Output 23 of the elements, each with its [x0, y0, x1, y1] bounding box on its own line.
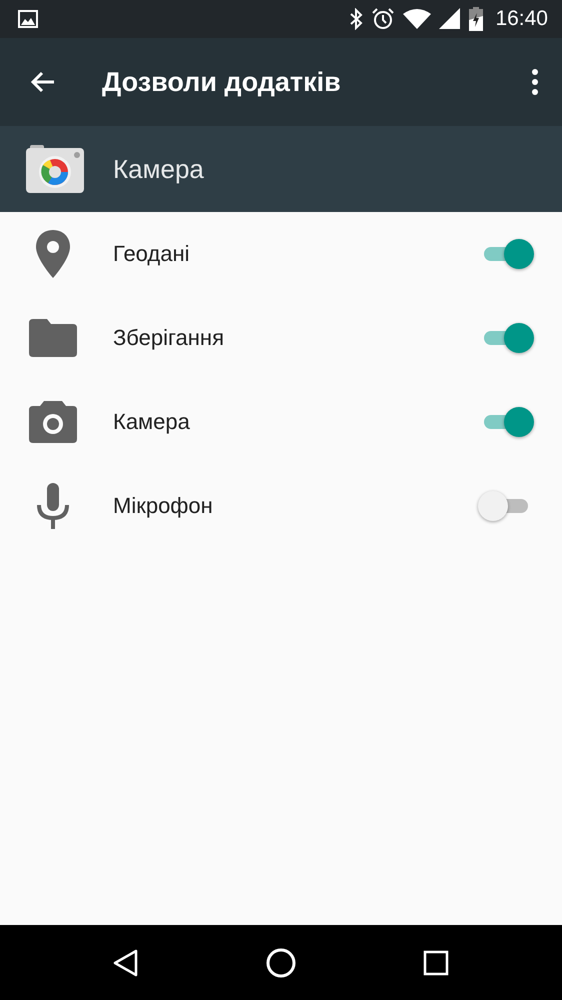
back-arrow-icon [30, 70, 56, 94]
folder-icon [29, 319, 77, 357]
square-recents-icon [422, 948, 450, 976]
permission-label: Геодані [113, 241, 191, 267]
microphone-icon [36, 483, 70, 529]
location-pin-icon [36, 230, 70, 278]
battery-icon [469, 7, 484, 31]
toolbar-title: Дозволи додатків [102, 66, 342, 98]
more-options-icon [532, 69, 538, 95]
permission-label: Мікрофон [113, 493, 214, 519]
circle-home-icon [264, 946, 297, 978]
signal-icon [439, 8, 462, 30]
wifi-icon [403, 8, 432, 30]
triangle-back-icon [112, 948, 140, 976]
image-icon [18, 10, 38, 28]
permission-label: Камера [113, 409, 191, 435]
app-name: Камера [113, 154, 204, 184]
permission-label: Зберігання [113, 325, 225, 351]
camera-app-icon [26, 145, 84, 193]
clock-time: 16:40 [495, 7, 548, 31]
camera-icon [29, 401, 77, 443]
alarm-clock-icon [371, 7, 396, 31]
bluetooth-icon [349, 8, 364, 30]
